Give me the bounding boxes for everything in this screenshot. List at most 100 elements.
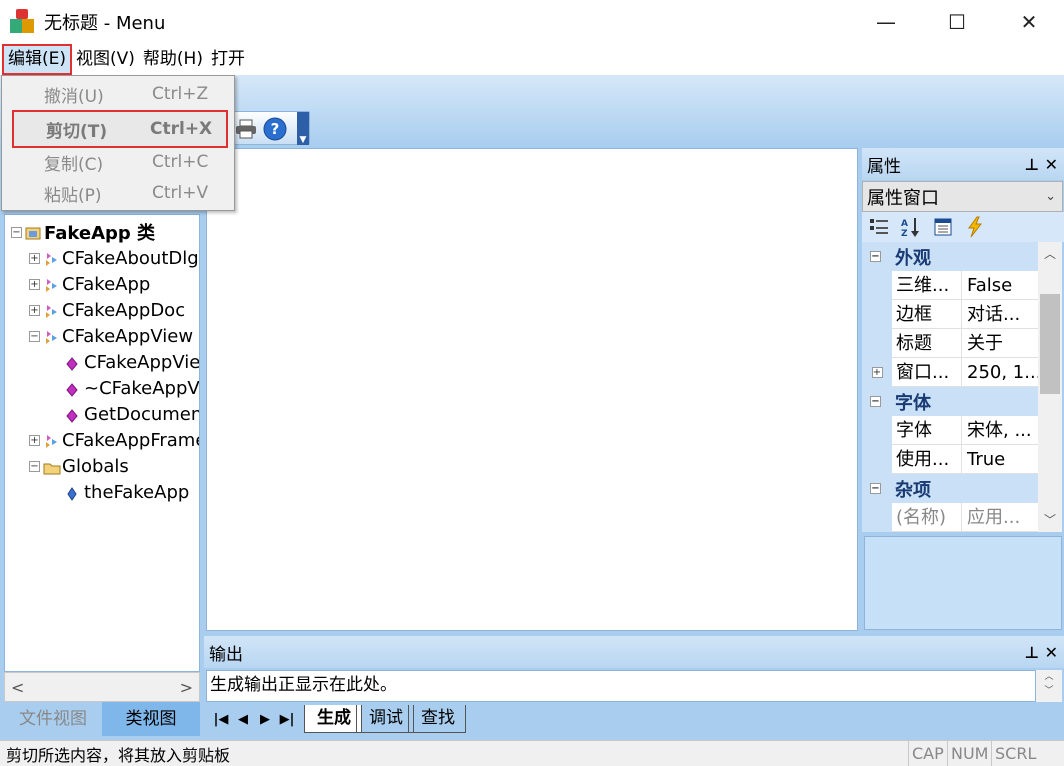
property-row[interactable]: 边框 对话... (862, 300, 1038, 329)
menu-item-label: 粘贴(P) (44, 185, 102, 206)
scroll-right-icon[interactable]: > (180, 678, 193, 697)
property-value[interactable]: 对话... (962, 300, 1038, 329)
tree-item[interactable]: theFakeApp (65, 479, 189, 505)
output-scrollbar[interactable]: ︿ ﹀ (1036, 670, 1062, 702)
scroll-left-icon[interactable]: < (11, 678, 24, 697)
method-icon (65, 381, 79, 397)
alphabetical-sort-icon[interactable]: AZ (900, 216, 922, 239)
property-category[interactable]: − 外观 (862, 242, 1038, 271)
tree-item[interactable]: CFakeAppView (65, 349, 199, 375)
tree-item[interactable]: + CFakeAppFrame (29, 427, 200, 453)
tree-item[interactable]: ~CFakeAppView (65, 375, 199, 401)
close-icon[interactable]: ✕ (1045, 643, 1058, 662)
tree-item[interactable]: + CFakeAboutDlg (29, 245, 199, 271)
tree-item[interactable]: − FakeApp 类 (11, 219, 155, 245)
property-category[interactable]: − 字体 (862, 387, 1038, 416)
property-value[interactable]: True (962, 445, 1038, 474)
tree-item-label: GetDocument (84, 403, 200, 425)
collapse-icon[interactable]: − (29, 330, 40, 342)
property-category-label: 外观 (895, 247, 931, 269)
property-value[interactable]: 关于 (962, 329, 1038, 358)
categorized-icon[interactable] (868, 216, 890, 238)
expand-icon[interactable]: + (29, 434, 40, 446)
scroll-down-icon[interactable]: ﹀ (1036, 684, 1062, 698)
properties-object-select[interactable]: 属性窗口 ⌄ (862, 181, 1063, 212)
property-row[interactable]: (名称) 应用... (862, 503, 1038, 532)
pin-icon[interactable]: ⊥ (1024, 643, 1039, 662)
tree-item[interactable]: + CFakeAppDoc (29, 297, 185, 323)
tab-build[interactable]: 生成 (304, 705, 362, 733)
property-name: 窗口... (892, 358, 962, 387)
tree-item[interactable]: GetDocument (65, 401, 200, 427)
tab-debug[interactable]: 调试 (356, 705, 414, 733)
property-value[interactable]: False (962, 271, 1038, 300)
tree-item[interactable]: − Globals (29, 453, 129, 479)
maximize-button[interactable]: ☐ (922, 0, 992, 44)
class-icon (43, 329, 57, 344)
tree-item-label: CFakeAppFrame (62, 429, 200, 451)
collapse-icon[interactable]: − (29, 460, 40, 472)
menu-item-copy[interactable]: 复制(C) Ctrl+C (2, 146, 234, 178)
events-lightning-icon[interactable] (964, 216, 986, 238)
last-tab-icon[interactable]: ▶| (276, 712, 298, 727)
property-row[interactable]: 使用... True (862, 445, 1038, 474)
tree-item-label: CFakeApp (62, 273, 151, 295)
print-icon[interactable] (235, 119, 257, 139)
expand-icon[interactable]: + (29, 278, 40, 290)
pin-icon[interactable]: ⊥ (1024, 155, 1039, 174)
property-category[interactable]: − 杂项 (862, 474, 1038, 503)
properties-toolbar: AZ (862, 212, 1064, 242)
expand-icon[interactable]: + (29, 252, 40, 264)
property-value[interactable]: 宋体, ... (962, 416, 1038, 445)
property-value[interactable]: 250, 1... (962, 358, 1038, 387)
output-text[interactable]: 生成输出正显示在此处。 (206, 670, 1036, 702)
properties-object-value: 属性窗口 (867, 187, 939, 209)
property-gutter (862, 271, 892, 300)
collapse-icon[interactable]: − (11, 226, 22, 238)
collapse-icon[interactable]: − (870, 483, 881, 494)
tab-class-view[interactable]: 类视图 (102, 702, 200, 736)
scroll-up-icon[interactable]: ︿ (1038, 242, 1062, 266)
close-button[interactable]: ✕ (994, 0, 1064, 44)
property-row[interactable]: + 窗口... 250, 1... (862, 358, 1038, 387)
expand-icon[interactable]: + (871, 367, 883, 378)
scroll-up-icon[interactable]: ︿ (1036, 670, 1062, 684)
collapse-icon[interactable]: − (870, 396, 881, 407)
next-tab-icon[interactable]: ▶ (254, 712, 276, 727)
menu-item-undo[interactable]: 撤消(U) Ctrl+Z (2, 78, 234, 110)
toolbar-overflow-button[interactable]: ▼ (297, 112, 309, 145)
minimize-button[interactable]: — (851, 0, 921, 44)
property-row[interactable]: 三维... False (862, 271, 1038, 300)
property-row[interactable]: 字体 宋体, ... (862, 416, 1038, 445)
first-tab-icon[interactable]: |◀ (210, 712, 232, 727)
svg-text:Z: Z (901, 229, 908, 238)
class-view-hscrollbar[interactable]: < > (4, 672, 200, 702)
app-icon[interactable] (10, 9, 36, 35)
tree-item[interactable]: − CFakeAppView (29, 323, 193, 349)
property-row[interactable]: 标题 关于 (862, 329, 1038, 358)
property-value[interactable]: 应用... (962, 503, 1038, 532)
menu-help[interactable]: 帮助(H) (139, 44, 207, 75)
class-icon (43, 277, 57, 292)
property-pages-icon[interactable] (932, 216, 954, 238)
menu-edit[interactable]: 编辑(E) (2, 44, 73, 75)
properties-header: 属性 ⊥ ✕ (862, 148, 1064, 180)
property-category-label: 字体 (895, 392, 931, 414)
document-view[interactable] (206, 148, 858, 631)
scrollbar-thumb[interactable] (1040, 294, 1060, 394)
tab-file-view[interactable]: 文件视图 (4, 702, 102, 736)
tree-item[interactable]: + CFakeApp (29, 271, 150, 297)
prev-tab-icon[interactable]: ◀ (232, 712, 254, 727)
help-icon[interactable]: ? (263, 117, 287, 141)
menu-open[interactable]: 打开 (207, 44, 249, 75)
expand-icon[interactable]: + (29, 304, 40, 316)
close-icon[interactable]: ✕ (1045, 155, 1058, 174)
property-grid-scrollbar[interactable]: ︿ ﹀ (1038, 242, 1062, 532)
menu-item-cut[interactable]: 剪切(T) Ctrl+X (12, 110, 228, 148)
menu-view[interactable]: 视图(V) (72, 44, 139, 75)
scroll-down-icon[interactable]: ﹀ (1038, 508, 1062, 532)
property-gutter (862, 329, 892, 358)
tab-find[interactable]: 查找 (408, 705, 466, 733)
collapse-icon[interactable]: − (870, 251, 881, 262)
menu-item-paste[interactable]: 粘贴(P) Ctrl+V (2, 177, 234, 209)
